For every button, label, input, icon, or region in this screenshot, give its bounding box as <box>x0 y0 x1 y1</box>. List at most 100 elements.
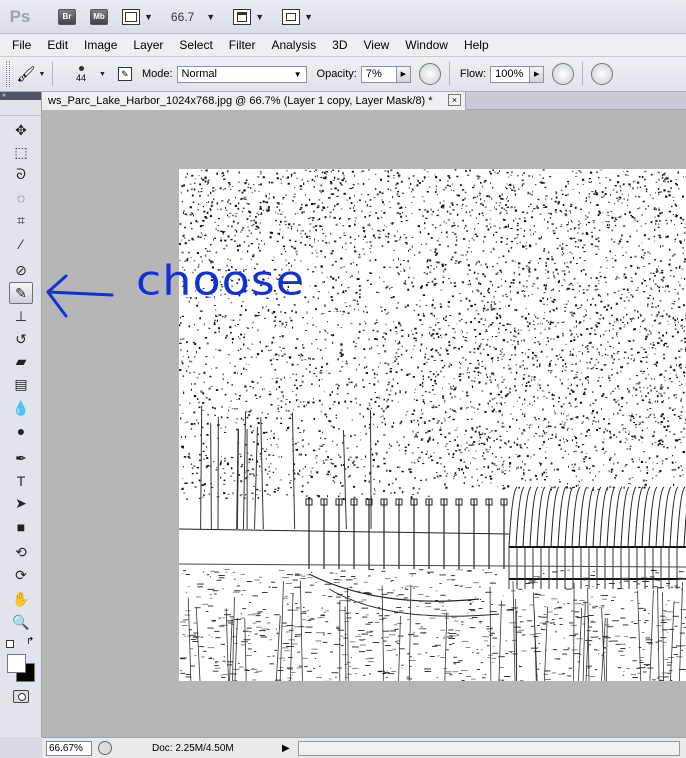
crop-tool[interactable]: ⌗ <box>9 209 33 231</box>
chevron-right-icon: ▶ <box>533 71 540 78</box>
shape-tool[interactable]: ■ <box>9 516 33 538</box>
dodge-icon: ● <box>16 423 26 439</box>
document-image[interactable] <box>179 169 686 681</box>
view-extras-button[interactable]: ▼ <box>122 6 153 28</box>
hand-tool[interactable]: ✋ <box>9 588 33 610</box>
canvas-area[interactable] <box>42 110 686 737</box>
blend-mode-value: Normal <box>181 68 217 80</box>
tools-panel-header[interactable]: » <box>0 92 41 100</box>
menu-view[interactable]: View <box>355 34 397 56</box>
zoom-icon: 🔍 <box>12 613 30 630</box>
opacity-value: 7% <box>365 68 382 80</box>
type-icon: T <box>16 473 26 489</box>
status-menu-arrow-icon[interactable]: ▶ <box>282 743 294 754</box>
status-bar: 66.67% Doc: 2.25M/4.50M ▶ <box>42 737 686 758</box>
history-brush-tool[interactable]: ↺ <box>9 328 33 350</box>
gradient-icon: ▤ <box>14 375 28 392</box>
lasso-icon: ᘐ <box>16 165 26 182</box>
gradient-tool[interactable]: ▤ <box>9 373 33 395</box>
tools-panel: » ✥ ⬚ ᘐ ◌ ⌗ ⁄ ⊘ ✎ ⊥ ↺ ▰ ▤ 💧 ● ✒ T ➤ ■ ⟲ ⟳ ✋ 🔍 ↱ <box>0 92 42 737</box>
tool-preset-picker[interactable]: 🖌 ▼ <box>14 62 48 86</box>
marquee-tool[interactable]: ⬚ <box>9 141 33 163</box>
document-tab[interactable]: ws_Parc_Lake_Harbor_1024x768.jpg @ 66.7%… <box>42 92 466 110</box>
eraser-icon: ▰ <box>15 352 27 369</box>
status-zoom-field[interactable]: 66.67% <box>46 740 92 756</box>
mini-bridge-icon: Mb <box>90 8 108 25</box>
quick-selection-icon: ◌ <box>16 190 26 206</box>
menu-analysis[interactable]: Analysis <box>263 34 324 56</box>
history-brush-icon: ↺ <box>15 330 27 347</box>
chevron-right-icon: ▶ <box>400 71 407 78</box>
zoom-tool[interactable]: 🔍 <box>9 611 33 633</box>
brush-panel-icon: ✎ <box>117 67 132 81</box>
brush-panel-toggle[interactable]: ✎ <box>114 62 136 86</box>
default-colors-icon[interactable] <box>6 640 14 648</box>
camera-raw-icon[interactable] <box>98 741 112 755</box>
flow-input[interactable]: 100% <box>490 65 531 83</box>
chevron-down-icon[interactable]: ▼ <box>99 71 106 78</box>
eyedropper-icon: ⁄ <box>19 236 23 252</box>
launch-bridge-button[interactable]: Br <box>58 6 76 28</box>
tablet-size-pressure-button[interactable] <box>591 63 614 85</box>
opacity-slider-button[interactable]: ▶ <box>396 65 411 83</box>
horizontal-scrollbar[interactable] <box>298 740 680 756</box>
flow-slider-button[interactable]: ▶ <box>530 65 545 83</box>
dodge-tool[interactable]: ● <box>9 420 33 442</box>
quick-selection-tool[interactable]: ◌ <box>9 187 33 209</box>
3d-orbit-tool[interactable]: ⟳ <box>9 564 33 586</box>
close-document-icon[interactable]: × <box>448 94 461 106</box>
opacity-input[interactable]: 7% <box>360 65 397 83</box>
tools-panel-grip[interactable] <box>0 100 41 116</box>
photoshop-logo: Ps <box>9 6 31 26</box>
pen-icon: ✒ <box>15 449 27 466</box>
foreground-color-swatch[interactable] <box>7 654 26 673</box>
chevron-down-icon: ▼ <box>293 69 302 79</box>
arrange-grid-icon <box>233 8 252 25</box>
brush-tool[interactable]: ✎ <box>9 282 33 304</box>
3d-rotate-tool[interactable]: ⟲ <box>9 541 33 563</box>
tool-options-bar: 🖌 ▼ 44 ▼ ✎ Mode: Normal ▼ Opacity: 7% ▶ … <box>0 56 686 92</box>
menu-filter[interactable]: Filter <box>221 34 264 56</box>
swap-colors-icon[interactable]: ↱ <box>26 636 34 647</box>
menu-window[interactable]: Window <box>397 34 456 56</box>
menu-3d[interactable]: 3D <box>324 34 355 56</box>
divider <box>52 62 53 86</box>
eyedropper-tool[interactable]: ⁄ <box>9 233 33 255</box>
brush-tip-icon <box>78 65 84 71</box>
screen-mode-button[interactable]: ▼ <box>282 6 313 28</box>
menu-bar: File Edit Image Layer Select Filter Anal… <box>0 34 686 56</box>
zoom-level-dropdown[interactable]: 66.7 ▼ <box>171 6 215 28</box>
options-bar-grip[interactable] <box>6 61 10 87</box>
move-tool[interactable]: ✥ <box>9 119 33 141</box>
menu-image[interactable]: Image <box>76 34 125 56</box>
blur-tool[interactable]: 💧 <box>9 397 33 419</box>
launch-mini-bridge-button[interactable]: Mb <box>90 6 108 28</box>
healing-brush-tool[interactable]: ⊘ <box>9 259 33 281</box>
blend-mode-select[interactable]: Normal ▼ <box>176 65 307 83</box>
path-selection-tool[interactable]: ➤ <box>9 492 33 514</box>
arrange-documents-button[interactable]: ▼ <box>233 6 264 28</box>
menu-help[interactable]: Help <box>456 34 497 56</box>
divider <box>582 62 584 86</box>
expand-panel-icon: » <box>2 92 6 99</box>
chevron-down-icon: ▼ <box>206 11 216 22</box>
pen-tool[interactable]: ✒ <box>9 447 33 469</box>
menu-edit[interactable]: Edit <box>39 34 76 56</box>
airbrush-toggle[interactable] <box>552 63 575 85</box>
brush-preset-picker[interactable]: 44 <box>63 65 99 83</box>
shape-icon: ■ <box>16 519 26 535</box>
chevron-down-icon: ▼ <box>255 11 265 22</box>
lasso-tool[interactable]: ᘐ <box>9 163 33 185</box>
photoshop-window: Ps Br Mb ▼ 66.7 ▼ ▼ ▼ File Edit Image La… <box>0 0 686 758</box>
tablet-opacity-pressure-button[interactable] <box>418 63 441 85</box>
flow-value: 100% <box>495 68 524 80</box>
brush-icon: 🖌 <box>16 66 36 83</box>
chevron-down-icon: ▼ <box>38 70 46 78</box>
type-tool[interactable]: T <box>9 470 33 492</box>
menu-file[interactable]: File <box>4 34 39 56</box>
menu-select[interactable]: Select <box>171 34 220 56</box>
eraser-tool[interactable]: ▰ <box>9 350 33 372</box>
clone-stamp-tool[interactable]: ⊥ <box>9 305 33 327</box>
quick-mask-button[interactable] <box>13 690 29 703</box>
menu-layer[interactable]: Layer <box>125 34 171 56</box>
